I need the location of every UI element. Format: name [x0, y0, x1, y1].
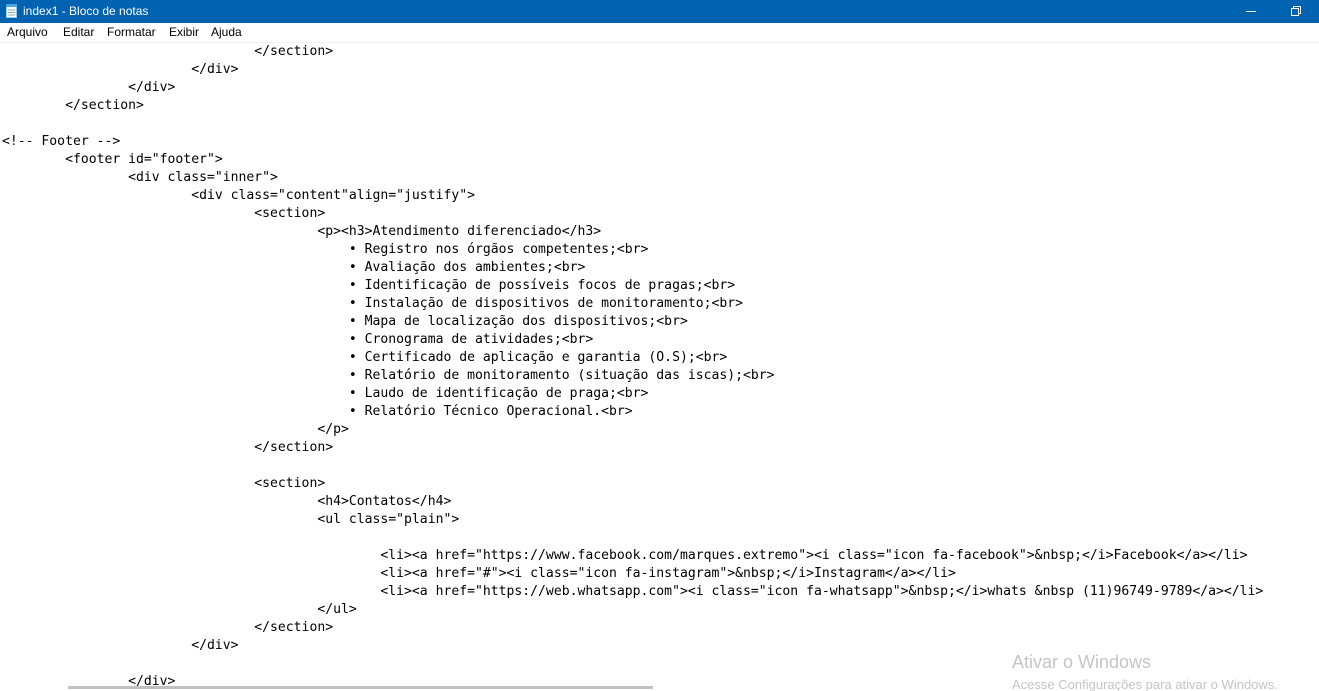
notepad-icon [6, 4, 17, 18]
text-line: </div> [2, 638, 239, 653]
menu-arquivo[interactable]: Arquivo [7, 25, 48, 39]
text-line: • Instalação de dispositivos de monitora… [2, 296, 744, 311]
activation-watermark-title: Ativar o Windows [1012, 652, 1152, 672]
notepad-window: index1 - Bloco de notas Arquivo Editar F… [0, 0, 1319, 691]
text-line: <section> [2, 206, 326, 221]
text-line: • Mapa de localização dos dispositivos;<… [2, 314, 688, 329]
text-line: <ul class="plain"> [2, 512, 460, 527]
activation-watermark-subtitle: Acesse Configurações para ativar o Windo… [1012, 677, 1278, 691]
text-line: • Relatório de monitoramento (situação d… [2, 368, 775, 383]
restore-icon [1291, 5, 1301, 19]
text-line: <!-- Footer --> [2, 134, 121, 149]
text-line: <h4>Contatos</h4> [2, 494, 452, 509]
text-line: • Certificado de aplicação e garantia (O… [2, 350, 728, 365]
text-line: </div> [2, 62, 239, 77]
menu-editar[interactable]: Editar [63, 25, 94, 39]
text-line: </ul> [2, 602, 357, 617]
menu-bar: Arquivo Editar Formatar Exibir Ajuda [0, 23, 1319, 43]
minimize-button[interactable] [1228, 0, 1274, 23]
text-line: • Cronograma de atividades;<br> [2, 332, 594, 347]
text-line: <div class="inner"> [2, 170, 278, 185]
horizontal-scrollbar[interactable] [68, 686, 653, 689]
text-editor[interactable]: </section> </div> </div> </section> <!-- … [0, 43, 1319, 691]
text-line: </section> [2, 440, 334, 455]
text-line: <div class="content"align="justify"> [2, 188, 475, 203]
text-line: <footer id="footer"> [2, 152, 223, 167]
text-line: </p> [2, 422, 349, 437]
text-line: • Identificação de possíveis focos de pr… [2, 278, 736, 293]
text-line: <li><a href="https://web.whatsapp.com"><… [2, 584, 1264, 599]
text-line: </section> [2, 98, 144, 113]
text-line: • Laudo de identificação de praga;<br> [2, 386, 649, 401]
text-line: <li><a href="https://www.facebook.com/ma… [2, 548, 1248, 563]
text-line: <section> [2, 476, 326, 491]
window-title: index1 - Bloco de notas [23, 4, 149, 18]
text-line: • Relatório Técnico Operacional.<br> [2, 404, 633, 419]
menu-exibir[interactable]: Exibir [169, 25, 199, 39]
restore-button[interactable] [1273, 0, 1319, 23]
text-line: </section> [2, 620, 334, 635]
text-line: <p><h3>Atendimento diferenciado</h3> [2, 224, 602, 239]
title-bar[interactable]: index1 - Bloco de notas [0, 0, 1319, 23]
text-line: • Avaliação dos ambientes;<br> [2, 260, 586, 275]
text-line: </div> [2, 80, 176, 95]
text-line: </section> [2, 44, 334, 59]
text-line: <li><a href="#"><i class="icon fa-instag… [2, 566, 956, 581]
menu-formatar[interactable]: Formatar [107, 25, 156, 39]
minimize-icon [1246, 5, 1256, 19]
menu-ajuda[interactable]: Ajuda [211, 25, 242, 39]
text-line: • Registro nos órgãos competentes;<br> [2, 242, 649, 257]
